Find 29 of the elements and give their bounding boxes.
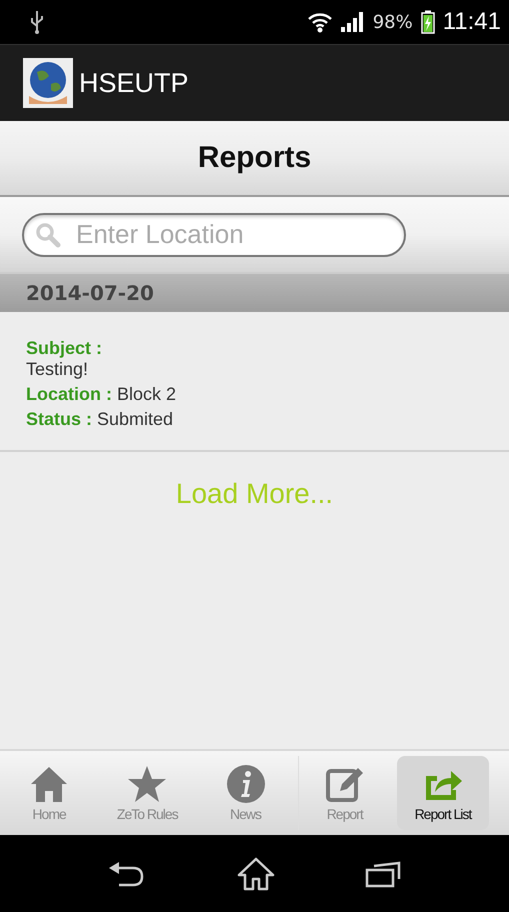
home-icon[interactable]	[236, 856, 274, 890]
app-title: HSEUTP	[79, 68, 189, 98]
usb-icon	[30, 10, 44, 34]
star-icon	[127, 764, 168, 804]
load-more-link[interactable]: Load More...	[176, 478, 334, 510]
home-icon	[29, 764, 70, 804]
globe-icon	[23, 58, 73, 108]
clock: 11:41	[442, 8, 501, 36]
recent-apps-icon[interactable]	[364, 860, 402, 888]
field-value: Submited	[97, 409, 174, 430]
page-title: Reports	[198, 141, 312, 175]
field-value: Block 2	[117, 384, 176, 405]
field-value: Testing!	[26, 359, 90, 380]
signal-icon	[340, 12, 365, 32]
field-label: Status :	[26, 409, 92, 430]
wifi-icon	[306, 11, 333, 33]
battery-icon	[420, 10, 435, 34]
tab[interactable]: Report List	[396, 756, 490, 830]
search-field[interactable]: Enter Location	[22, 212, 406, 256]
date-text: 2014-07-20	[26, 281, 154, 305]
tab[interactable]: Home	[3, 756, 96, 830]
search-icon	[35, 222, 61, 248]
tab[interactable]: News	[199, 756, 292, 830]
tab[interactable]: Report	[298, 756, 391, 830]
tab[interactable]: ZeTo Rules	[101, 756, 194, 830]
battery-percent: 98%	[372, 12, 413, 32]
field-label: Subject :	[26, 338, 104, 359]
field-label: Location :	[26, 384, 112, 405]
info-icon	[226, 764, 266, 804]
